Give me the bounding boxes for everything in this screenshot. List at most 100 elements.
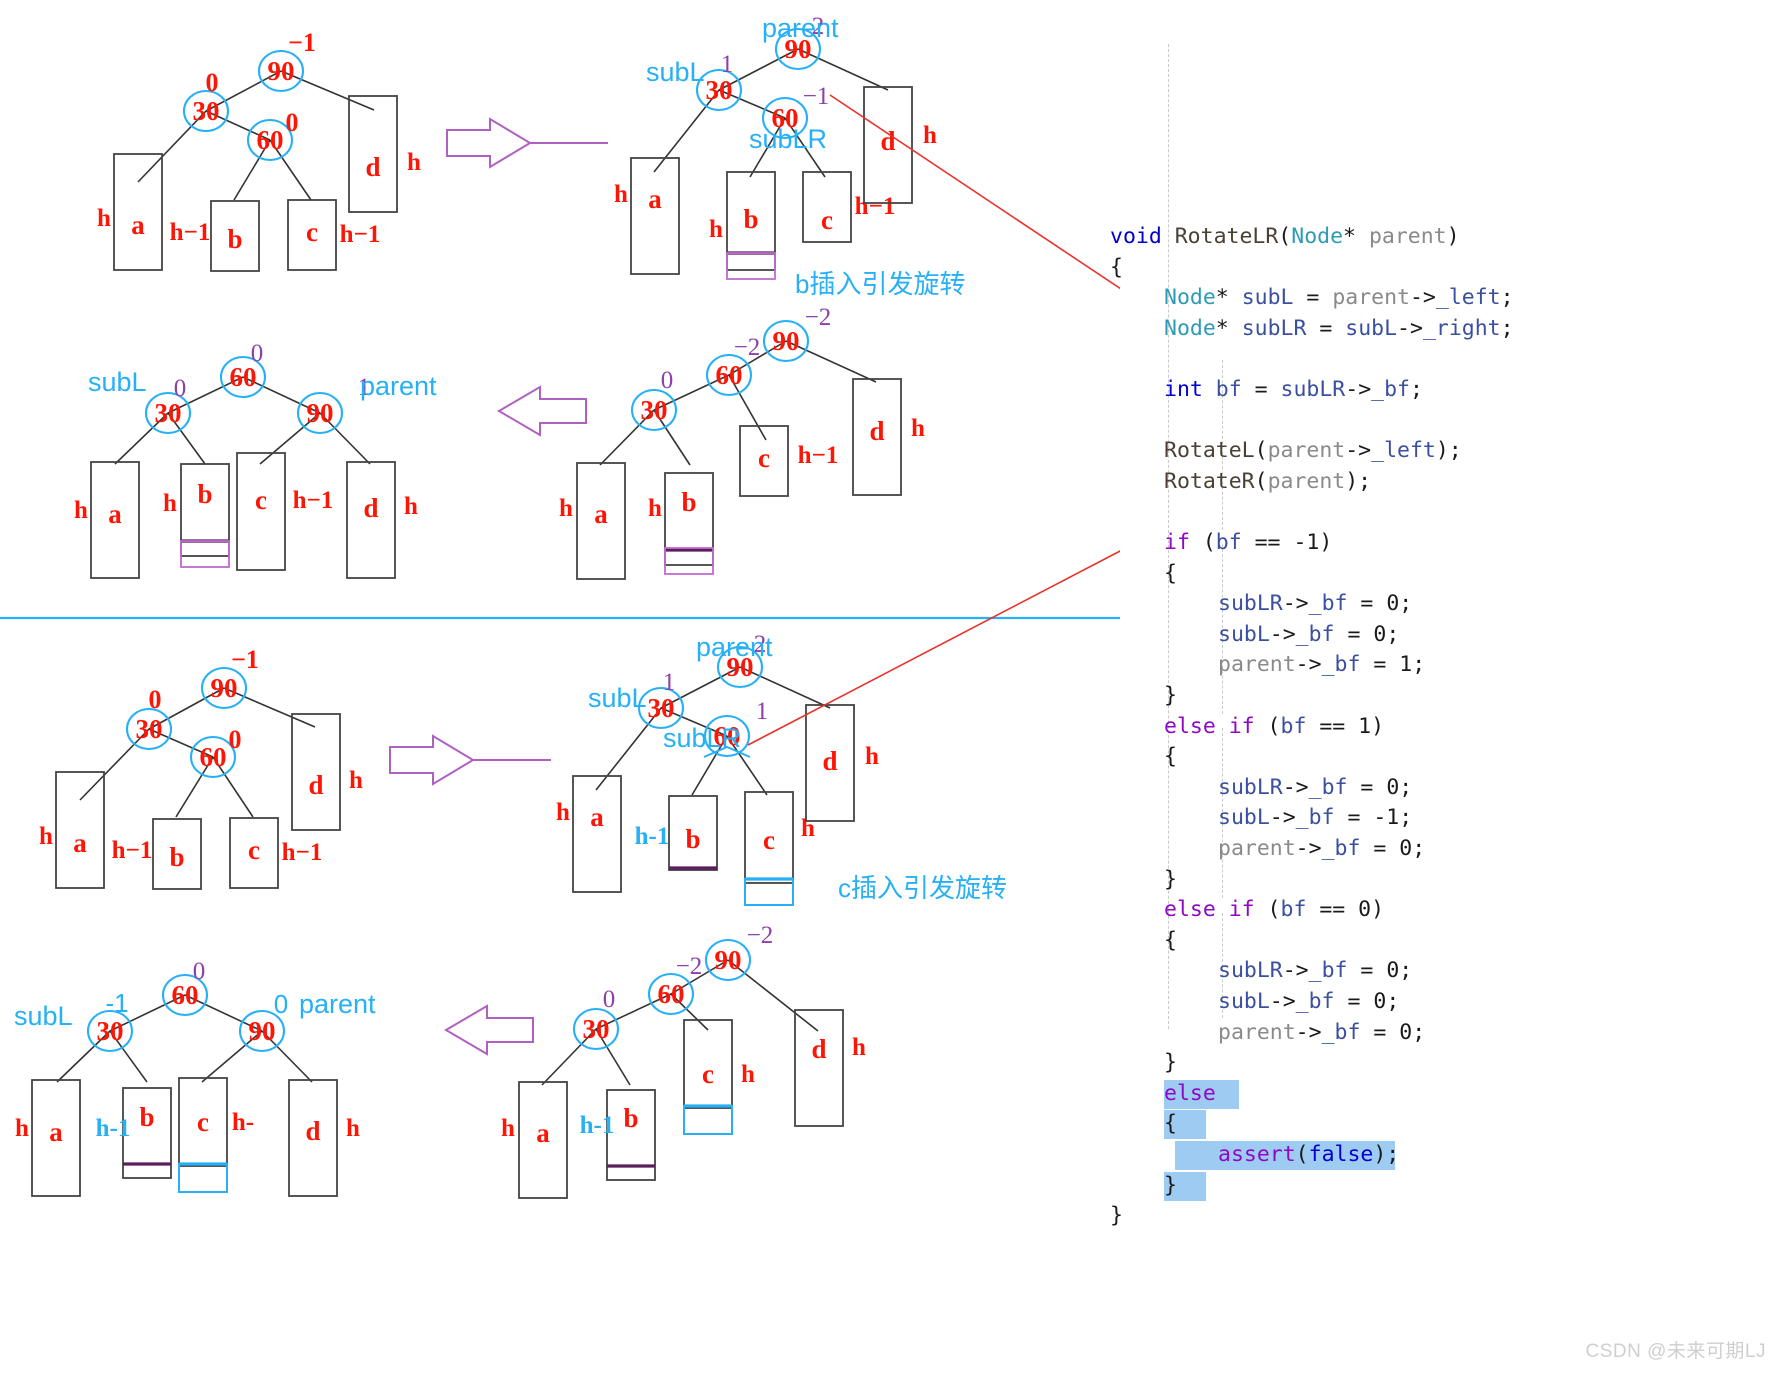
- code-line[interactable]: subL->_bf = 0;: [1110, 987, 1790, 1018]
- code-line[interactable]: }: [1110, 1048, 1790, 1079]
- code-line[interactable]: }: [1110, 1171, 1790, 1202]
- code-line[interactable]: parent->_bf = 1;: [1110, 650, 1790, 681]
- code-line[interactable]: subLR->_bf = 0;: [1110, 589, 1790, 620]
- code-line[interactable]: subLR->_bf = 0;: [1110, 773, 1790, 804]
- svg-text:subL: subL: [588, 683, 647, 713]
- code-line[interactable]: else if (bf == 1): [1110, 712, 1790, 743]
- svg-text:60: 60: [257, 125, 284, 155]
- code-line[interactable]: subL->_bf = -1;: [1110, 803, 1790, 834]
- svg-text:h: h: [349, 767, 363, 794]
- svg-text:−2: −2: [734, 334, 761, 361]
- code-line[interactable]: else if (bf == 0): [1110, 895, 1790, 926]
- code-line[interactable]: {: [1110, 1109, 1790, 1140]
- svg-text:h: h: [163, 490, 177, 517]
- svg-text:subL: subL: [88, 367, 147, 397]
- svg-text:d: d: [811, 1034, 826, 1064]
- svg-text:90: 90: [268, 56, 295, 86]
- code-line[interactable]: RotateR(parent);: [1110, 467, 1790, 498]
- arrow-right-2: [389, 734, 551, 786]
- svg-text:a: a: [590, 802, 604, 832]
- screenshot-root: .edge{stroke:#333;stroke-width:1.6;fill:…: [0, 0, 1790, 1375]
- code-line[interactable]: Node* subLR = subL->_right;: [1110, 314, 1790, 345]
- svg-text:0: 0: [603, 986, 616, 1013]
- svg-text:c: c: [763, 825, 775, 855]
- code-line[interactable]: void RotateLR(Node* parent): [1110, 222, 1790, 253]
- svg-text:h: h: [97, 205, 111, 232]
- svg-text:−2: −2: [805, 304, 832, 331]
- svg-text:0: 0: [274, 989, 288, 1019]
- svg-text:subLR: subLR: [749, 124, 827, 154]
- svg-text:h−1: h−1: [293, 487, 334, 514]
- code-line[interactable]: [1110, 406, 1790, 437]
- svg-text:h: h: [556, 799, 570, 826]
- code-line[interactable]: if (bf == -1): [1110, 528, 1790, 559]
- svg-text:b: b: [681, 487, 696, 517]
- svg-text:b: b: [623, 1103, 638, 1133]
- svg-text:30: 30: [193, 96, 220, 126]
- svg-text:c: c: [306, 217, 318, 247]
- code-lines[interactable]: void RotateLR(Node* parent){Node* subL =…: [1110, 222, 1790, 1232]
- code-line[interactable]: {: [1110, 559, 1790, 590]
- svg-text:b: b: [197, 479, 212, 509]
- svg-text:h−1: h−1: [855, 193, 896, 220]
- code-line[interactable]: RotateL(parent->_left);: [1110, 436, 1790, 467]
- code-line[interactable]: }: [1110, 1201, 1790, 1232]
- svg-text:−2: −2: [747, 922, 774, 949]
- svg-text:−1: −1: [288, 28, 316, 57]
- svg-text:30: 30: [97, 1016, 124, 1046]
- code-line[interactable]: Node* subL = parent->_left;: [1110, 283, 1790, 314]
- pointer-line-bf-1: [747, 550, 1120, 746]
- code-line[interactable]: [1110, 345, 1790, 376]
- arrow-right-1: [446, 117, 608, 169]
- code-line[interactable]: }: [1110, 865, 1790, 896]
- svg-text:h−1: h−1: [282, 839, 323, 866]
- svg-text:c: c: [255, 485, 267, 515]
- svg-text:h: h: [614, 181, 628, 208]
- svg-text:1: 1: [721, 51, 734, 78]
- caption-c-insert: c插入引发旋转: [838, 873, 1007, 903]
- code-line[interactable]: subLR->_bf = 0;: [1110, 956, 1790, 987]
- arrow-left-1: [497, 385, 587, 437]
- avl-rotatelr-diagram: .edge{stroke:#333;stroke-width:1.6;fill:…: [0, 13, 1120, 1199]
- tree-before-rotation-c: 90 60 30 −2 −2 0 ah bh-1 ch dh: [501, 922, 866, 1199]
- svg-text:h: h: [865, 743, 879, 770]
- svg-text:h: h: [923, 122, 937, 149]
- svg-text:c: c: [702, 1059, 714, 1089]
- svg-text:90: 90: [211, 673, 238, 703]
- svg-text:0: 0: [206, 68, 219, 97]
- svg-text:1: 1: [663, 669, 676, 696]
- tree-before-rotation-b: 90 60 30 −2 −2 0 ah bh c h−1 dh: [559, 304, 925, 580]
- tree-after-b-insert: 90 30 60 2 1 −1 subL parent subLR ah bh …: [614, 13, 937, 280]
- svg-text:subL: subL: [646, 57, 705, 87]
- svg-text:h-1: h-1: [580, 1112, 615, 1139]
- code-line[interactable]: {: [1110, 253, 1790, 284]
- tree-after-rotation-c: 60 30 90 0 -1 0 subL parent ah bh-1 c h- …: [14, 958, 376, 1197]
- pointer-line-bf-minus1: [829, 94, 1120, 290]
- tree-initial-c: 90 30 60 −1 0 0 ah bh−1 c h−1 dh: [39, 645, 363, 890]
- code-line[interactable]: int bf = subLR->_bf;: [1110, 375, 1790, 406]
- svg-text:parent: parent: [762, 13, 839, 43]
- svg-text:60: 60: [200, 742, 227, 772]
- svg-text:30: 30: [136, 714, 163, 744]
- svg-text:30: 30: [155, 398, 182, 428]
- svg-text:30: 30: [641, 395, 668, 425]
- code-line[interactable]: parent->_bf = 0;: [1110, 1018, 1790, 1049]
- svg-text:1: 1: [756, 698, 769, 725]
- code-line[interactable]: else: [1110, 1079, 1790, 1110]
- code-line[interactable]: {: [1110, 926, 1790, 957]
- code-line[interactable]: parent->_bf = 0;: [1110, 834, 1790, 865]
- svg-text:h-1: h-1: [635, 823, 670, 850]
- code-line[interactable]: {: [1110, 742, 1790, 773]
- svg-text:0: 0: [174, 375, 187, 402]
- svg-text:a: a: [131, 210, 145, 240]
- code-line[interactable]: }: [1110, 681, 1790, 712]
- svg-text:90: 90: [715, 945, 742, 975]
- code-line[interactable]: subL->_bf = 0;: [1110, 620, 1790, 651]
- code-line[interactable]: assert(false);: [1110, 1140, 1790, 1171]
- svg-text:d: d: [308, 770, 323, 800]
- svg-text:h: h: [801, 815, 815, 842]
- svg-text:subL: subL: [14, 1001, 73, 1031]
- code-line[interactable]: [1110, 498, 1790, 529]
- svg-text:h: h: [648, 495, 662, 522]
- svg-text:60: 60: [658, 979, 685, 1009]
